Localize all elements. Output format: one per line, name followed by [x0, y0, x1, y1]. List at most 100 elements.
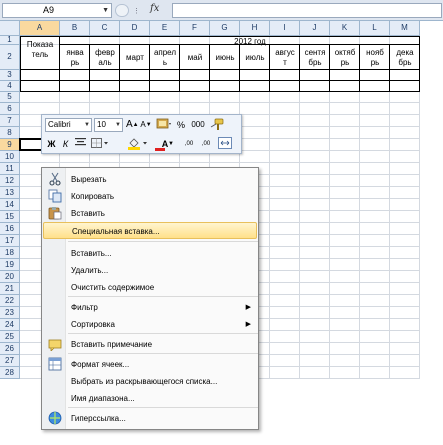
bold-button[interactable]: Ж [46, 137, 57, 151]
indicator-header-cell[interactable]: Показа тель [20, 40, 60, 60]
merge-center-button[interactable] [217, 137, 233, 151]
row-header-27[interactable]: 27 [0, 355, 20, 367]
month-header-cell[interactable]: июль [240, 53, 270, 63]
row-header-6[interactable]: 6 [0, 103, 20, 115]
row-header-11[interactable]: 11 [0, 163, 20, 175]
font-size-select[interactable]: 10 ▼ [94, 118, 123, 132]
month-header-cell[interactable]: авгус т [270, 48, 300, 68]
row-header-12[interactable]: 12 [0, 175, 20, 187]
font-color-button[interactable]: A ▼ [154, 137, 176, 151]
column-header-a[interactable]: A [20, 21, 60, 36]
formula-input[interactable] [172, 3, 442, 18]
row-header-8[interactable]: 8 [0, 127, 20, 139]
grow-font-icon: A [126, 119, 133, 130]
column-header-c[interactable]: C [90, 21, 120, 36]
increase-decimal-button[interactable]: ,00 [181, 137, 197, 151]
row-header-5[interactable]: 5 [0, 92, 20, 103]
month-label-line: брь [398, 57, 412, 67]
gridline [20, 162, 420, 163]
row-header-19[interactable]: 19 [0, 259, 20, 271]
menu-item-paste-special[interactable]: Специальная вставка... [43, 222, 257, 239]
comment-icon [47, 337, 62, 352]
menu-separator [68, 241, 258, 242]
row-header-2[interactable]: 2 [0, 45, 20, 70]
month-header-cell[interactable]: сентя брь [300, 48, 330, 68]
month-header-cell[interactable]: янва рь [60, 48, 90, 68]
menu-item-cut[interactable]: Вырезать [43, 171, 257, 188]
name-box-dropdown-icon[interactable]: ▼ [102, 4, 109, 17]
column-header-m[interactable]: M [390, 21, 420, 36]
thousands-separator-button[interactable]: 000 [189, 118, 207, 132]
menu-item-delete[interactable]: Удалить... [43, 262, 257, 279]
name-box[interactable]: A9 ▼ [2, 3, 112, 18]
menu-item-filter[interactable]: Фильтр ▶ [43, 299, 257, 316]
menu-item-clear-contents[interactable]: Очистить содержимое [43, 279, 257, 296]
row-header-4[interactable]: 4 [0, 81, 20, 92]
month-header-cell[interactable]: март [120, 53, 150, 63]
menu-item-name-range[interactable]: Имя диапазона... [43, 390, 257, 407]
row-header-20[interactable]: 20 [0, 271, 20, 283]
grow-font-button[interactable]: A▲ [126, 118, 139, 132]
month-header-cell[interactable]: нояб рь [360, 48, 390, 68]
menu-item-format-cells[interactable]: Формат ячеек... [43, 356, 257, 373]
row-header-18[interactable]: 18 [0, 247, 20, 259]
menu-separator [68, 296, 258, 297]
menu-item-insert-comment[interactable]: Вставить примечание [43, 336, 257, 353]
row-header-15[interactable]: 15 [0, 211, 20, 223]
column-header-j[interactable]: J [300, 21, 330, 36]
row-header-13[interactable]: 13 [0, 187, 20, 199]
year-header-cell[interactable]: 2012 год [220, 37, 280, 47]
row-header-26[interactable]: 26 [0, 343, 20, 355]
row-header-23[interactable]: 23 [0, 307, 20, 319]
column-header-i[interactable]: I [270, 21, 300, 36]
formula-bar-divider-handle[interactable] [115, 4, 129, 17]
row-header-22[interactable]: 22 [0, 295, 20, 307]
fill-color-button[interactable] [126, 137, 150, 151]
menu-item-copy[interactable]: Копировать [43, 188, 257, 205]
month-header-cell[interactable]: февр аль [90, 48, 120, 68]
column-header-f[interactable]: F [180, 21, 210, 36]
select-all-corner[interactable] [0, 21, 20, 36]
format-painter-button[interactable] [210, 118, 224, 132]
month-header-cell[interactable]: июнь [210, 53, 240, 63]
column-header-g[interactable]: G [210, 21, 240, 36]
menu-item-hyperlink[interactable]: Гиперссылка... [43, 410, 257, 427]
row-header-9[interactable]: 9 [0, 139, 20, 151]
month-label-line: июнь [215, 52, 235, 62]
month-header-cell[interactable]: май [180, 53, 210, 63]
row-header-28[interactable]: 28 [0, 367, 20, 379]
column-header-b[interactable]: B [60, 21, 90, 36]
menu-item-sort[interactable]: Сортировка ▶ [43, 316, 257, 333]
menu-item-insert[interactable]: Вставить... [43, 245, 257, 262]
increase-decimal-icon: ,00 [184, 141, 194, 147]
row-header-1[interactable]: 1 [0, 36, 20, 45]
row-header-25[interactable]: 25 [0, 331, 20, 343]
decrease-decimal-button[interactable]: ,00 [198, 137, 214, 151]
borders-button[interactable] [90, 137, 112, 151]
row-header-21[interactable]: 21 [0, 283, 20, 295]
column-header-d[interactable]: D [120, 21, 150, 36]
column-header-k[interactable]: K [330, 21, 360, 36]
menu-item-pick-from-list[interactable]: Выбрать из раскрывающегося списка... [43, 373, 257, 390]
row-header-14[interactable]: 14 [0, 199, 20, 211]
month-header-cell[interactable]: октяб рь [330, 48, 360, 68]
month-header-cell[interactable]: апрел ь [150, 48, 180, 68]
row-header-10[interactable]: 10 [0, 151, 20, 163]
row-header-17[interactable]: 17 [0, 235, 20, 247]
column-header-h[interactable]: H [240, 21, 270, 36]
column-header-l[interactable]: L [360, 21, 390, 36]
row-header-7[interactable]: 7 [0, 115, 20, 127]
italic-button[interactable]: К [60, 137, 71, 151]
insert-function-button[interactable]: fx [150, 3, 159, 14]
row-header-16[interactable]: 16 [0, 223, 20, 235]
month-header-cell[interactable]: дека брь [390, 48, 420, 68]
accounting-format-button[interactable] [155, 118, 173, 132]
menu-item-paste[interactable]: Вставить [43, 205, 257, 222]
center-align-button[interactable] [74, 137, 86, 151]
font-name-select[interactable]: Calibri ▼ [45, 118, 92, 132]
shrink-font-button[interactable]: A▼ [140, 118, 152, 132]
column-header-e[interactable]: E [150, 21, 180, 36]
row-header-3[interactable]: 3 [0, 70, 20, 81]
percent-button[interactable]: % [175, 118, 187, 132]
row-header-24[interactable]: 24 [0, 319, 20, 331]
